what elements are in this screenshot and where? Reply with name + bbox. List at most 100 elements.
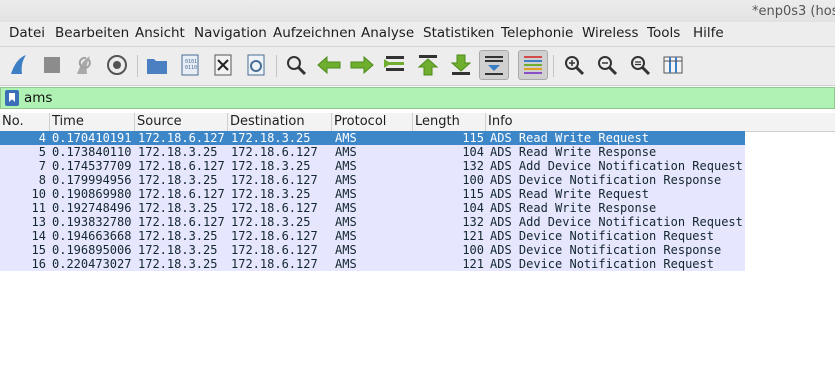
cell-protocol: AMS (335, 131, 357, 145)
cell-no: 15 (31, 243, 46, 257)
packet-row[interactable]: 8 0.179994956 172.18.3.25 172.18.6.127 A… (0, 173, 745, 187)
colorize-icon[interactable] (518, 50, 548, 80)
menu-statistiken[interactable]: Statistiken (423, 25, 494, 41)
cell-length: 104 (462, 145, 484, 159)
cell-time: 0.170410191 (52, 131, 132, 145)
menu-hilfe[interactable]: Hilfe (693, 25, 724, 41)
packet-list-header: No. Time Source Destination Protocol Len… (0, 113, 835, 132)
menu-bearbeiten[interactable]: Bearbeiten (55, 25, 129, 41)
cell-time: 0.192748496 (52, 201, 132, 215)
cell-no: 11 (31, 201, 46, 215)
packet-row[interactable]: 16 0.220473027 172.18.3.25 172.18.6.127 … (0, 257, 745, 271)
cell-info: ADS Read Write Request (490, 131, 649, 145)
cell-destination: 172.18.6.127 (231, 229, 318, 243)
cell-destination: 172.18.6.127 (231, 173, 318, 187)
find-icon[interactable] (281, 50, 311, 80)
display-filter-input[interactable] (24, 89, 829, 107)
cell-no: 5 (38, 145, 46, 159)
open-folder-icon[interactable] (142, 50, 172, 80)
menu-wireless[interactable]: Wireless (582, 25, 639, 41)
cell-destination: 172.18.6.127 (231, 243, 318, 257)
cell-info: ADS Read Write Response (490, 145, 657, 159)
cell-info: ADS Device Notification Response (490, 173, 722, 187)
cell-time: 0.194663668 (52, 229, 132, 243)
cell-no: 7 (38, 159, 46, 173)
cell-source: 172.18.6.127 (138, 131, 225, 145)
cell-length: 100 (462, 173, 484, 187)
window-title: *enp0s3 (host (752, 4, 835, 19)
cell-source: 172.18.3.25 (138, 243, 218, 257)
cell-no: 14 (31, 229, 46, 243)
packet-row[interactable]: 7 0.174537709 172.18.6.127 172.18.3.25 A… (0, 159, 745, 173)
cell-length: 132 (462, 215, 484, 229)
resize-columns-icon[interactable] (658, 50, 688, 80)
cell-time: 0.220473027 (52, 257, 132, 271)
cell-time: 0.190869980 (52, 187, 132, 201)
cell-info: ADS Device Notification Request (490, 229, 714, 243)
menu-bar: Datei Bearbeiten Ansicht Navigation Aufz… (0, 22, 835, 47)
column-header-time[interactable]: Time (50, 113, 135, 131)
cell-time: 0.174537709 (52, 159, 132, 173)
display-filter-bar (0, 87, 835, 109)
column-header-info[interactable]: Info (486, 113, 835, 131)
packet-row[interactable]: 11 0.192748496 172.18.3.25 172.18.6.127 … (0, 201, 745, 215)
packet-row[interactable]: 14 0.194663668 172.18.3.25 172.18.6.127 … (0, 229, 745, 243)
svg-text:0110: 0110 (185, 65, 197, 71)
go-back-icon[interactable] (314, 50, 344, 80)
packet-row[interactable]: 15 0.196895006 172.18.3.25 172.18.6.127 … (0, 243, 745, 257)
autoscroll-icon[interactable] (479, 50, 509, 80)
zoom-normal-icon[interactable] (625, 50, 655, 80)
column-header-destination[interactable]: Destination (228, 113, 332, 131)
shark-fin-icon[interactable] (5, 50, 35, 80)
cell-source: 172.18.3.25 (138, 229, 218, 243)
options-gear-icon[interactable] (102, 50, 132, 80)
packet-list: 4 0.170410191 172.18.6.127 172.18.3.25 A… (0, 131, 745, 271)
menu-tools[interactable]: Tools (647, 25, 680, 41)
restart-capture-icon[interactable] (70, 50, 100, 80)
menu-datei[interactable]: Datei (9, 25, 45, 41)
save-file-icon[interactable]: 0101 0110 (175, 50, 205, 80)
column-header-no[interactable]: No. (0, 113, 50, 131)
cell-source: 172.18.6.127 (138, 215, 225, 229)
menu-navigation[interactable]: Navigation (194, 25, 267, 41)
packet-row[interactable]: 10 0.190869980 172.18.6.127 172.18.3.25 … (0, 187, 745, 201)
zoom-out-icon[interactable] (592, 50, 622, 80)
cell-protocol: AMS (335, 159, 357, 173)
go-last-icon[interactable] (446, 50, 476, 80)
packet-row[interactable]: 13 0.193832780 172.18.6.127 172.18.3.25 … (0, 215, 745, 229)
column-header-source[interactable]: Source (135, 113, 228, 131)
go-first-icon[interactable] (413, 50, 443, 80)
go-to-packet-icon[interactable] (380, 50, 410, 80)
cell-source: 172.18.3.25 (138, 257, 218, 271)
column-header-protocol[interactable]: Protocol (332, 113, 413, 131)
cell-source: 172.18.6.127 (138, 187, 225, 201)
menu-ansicht[interactable]: Ansicht (135, 25, 185, 41)
cell-length: 104 (462, 201, 484, 215)
packet-row[interactable]: 5 0.173840110 172.18.3.25 172.18.6.127 A… (0, 145, 745, 159)
cell-no: 13 (31, 215, 46, 229)
cell-source: 172.18.3.25 (138, 201, 218, 215)
go-forward-icon[interactable] (347, 50, 377, 80)
cell-info: ADS Device Notification Request (490, 257, 714, 271)
column-header-length[interactable]: Length (413, 113, 486, 131)
cell-destination: 172.18.3.25 (231, 187, 311, 201)
close-file-icon[interactable] (208, 50, 238, 80)
cell-time: 0.179994956 (52, 173, 132, 187)
cell-protocol: AMS (335, 257, 357, 271)
cell-length: 115 (462, 187, 484, 201)
menu-telephonie[interactable]: Telephonie (501, 25, 573, 41)
reload-icon[interactable] (241, 50, 271, 80)
cell-protocol: AMS (335, 145, 357, 159)
title-bar: *enp0s3 (host (0, 0, 835, 22)
bookmark-icon[interactable] (5, 90, 19, 106)
menu-aufzeichnen[interactable]: Aufzeichnen (273, 25, 356, 41)
cell-info: ADS Read Write Request (490, 187, 649, 201)
stop-icon[interactable] (37, 50, 67, 80)
zoom-in-icon[interactable] (559, 50, 589, 80)
main-toolbar: 0101 0110 (0, 47, 835, 86)
cell-no: 4 (38, 131, 46, 145)
cell-no: 8 (38, 173, 46, 187)
menu-analyse[interactable]: Analyse (361, 25, 414, 41)
packet-row[interactable]: 4 0.170410191 172.18.6.127 172.18.3.25 A… (0, 131, 745, 145)
cell-protocol: AMS (335, 243, 357, 257)
